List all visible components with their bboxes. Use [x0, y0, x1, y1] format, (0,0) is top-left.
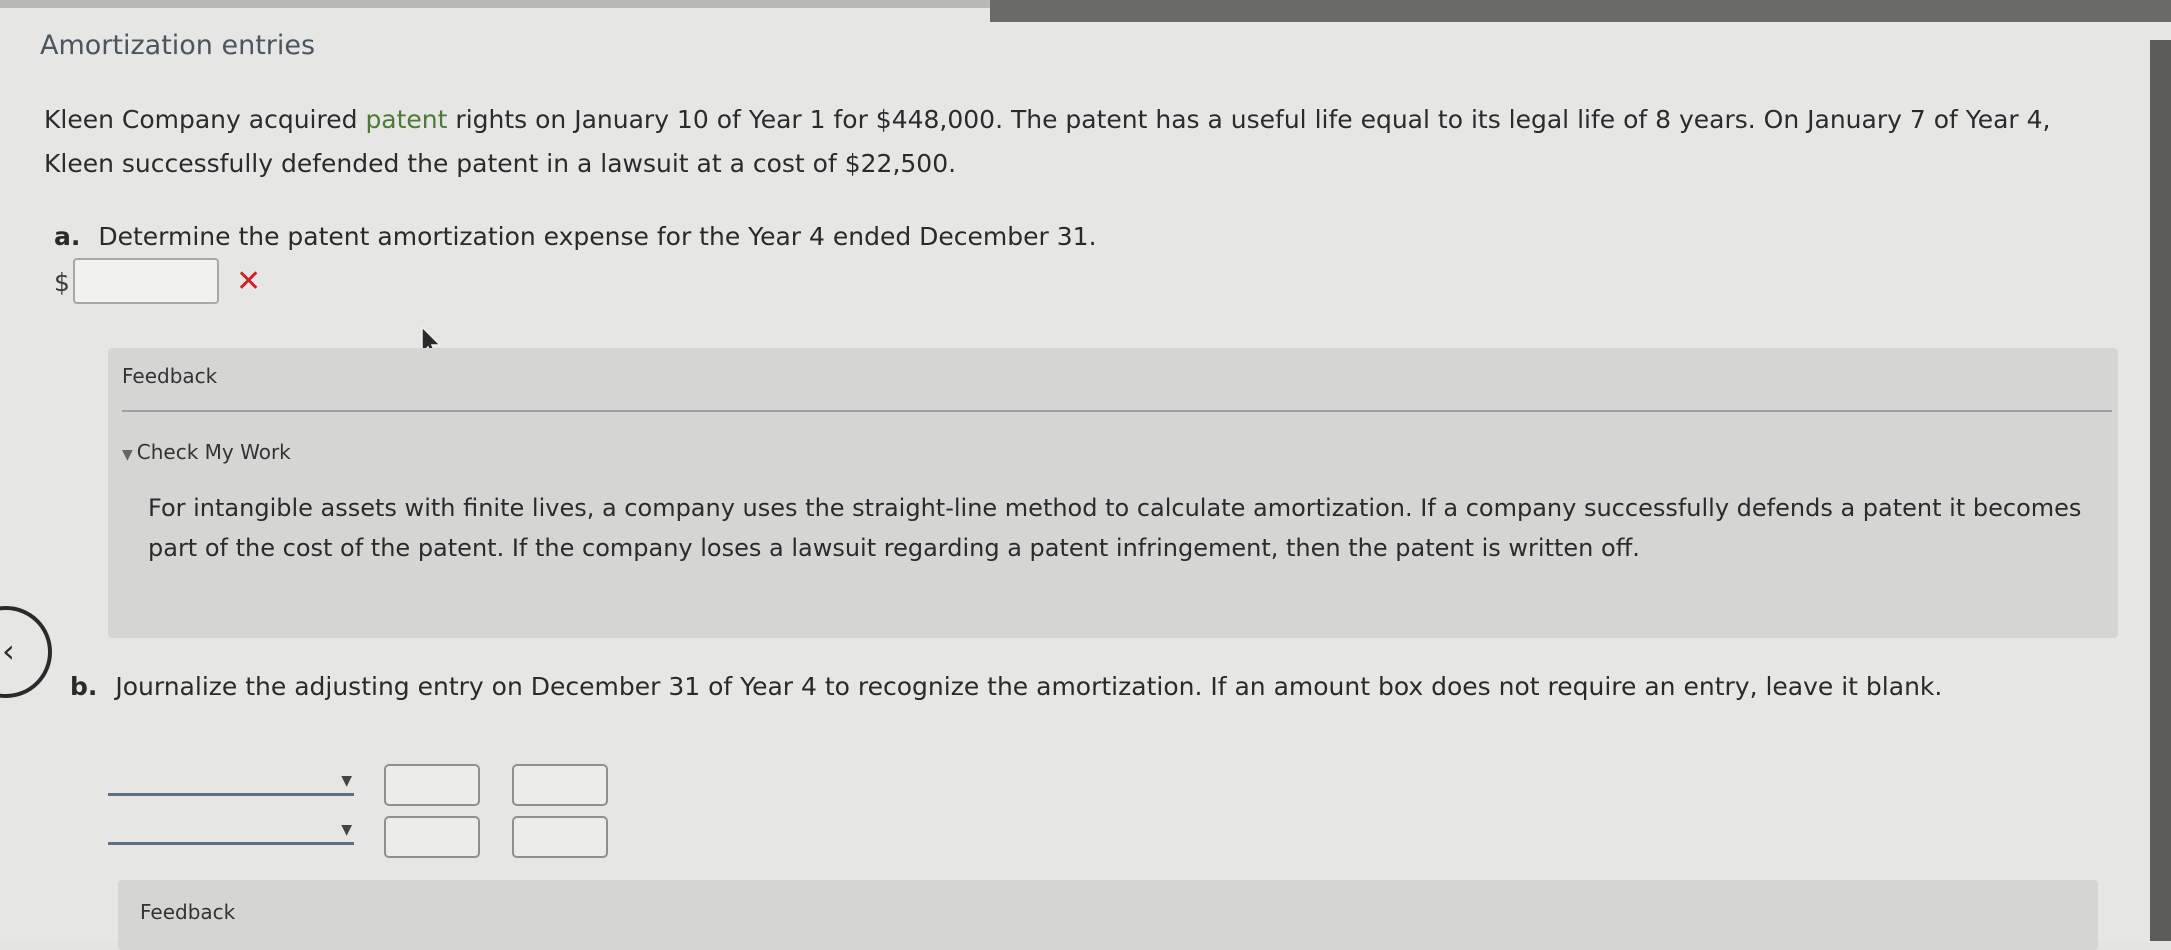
feedback-title: Feedback	[122, 364, 217, 388]
part-b-text: Journalize the adjusting entry on Decemb…	[115, 672, 1942, 701]
incorrect-icon: ✕	[236, 264, 261, 299]
glossary-link-patent[interactable]: patent	[365, 105, 447, 134]
check-my-work-label: Check My Work	[137, 440, 291, 464]
debit-input-2[interactable]	[384, 816, 480, 858]
feedback-divider	[122, 410, 2112, 412]
credit-input-1[interactable]	[512, 764, 608, 806]
chevron-left-icon: ‹	[2, 632, 15, 670]
top-bar	[990, 0, 2171, 22]
journal-account-select-1[interactable]: ▼	[108, 766, 354, 796]
credit-input-2[interactable]	[512, 816, 608, 858]
part-b-label: b.	[70, 672, 97, 701]
section-title: Amortization entries	[40, 30, 315, 61]
caret-down-icon: ▼	[341, 822, 352, 838]
feedback-explanation: For intangible assets with finite lives,…	[148, 488, 2108, 568]
problem-statement: Kleen Company acquired patent rights on …	[44, 98, 2124, 186]
part-a-text: Determine the patent amortization expens…	[98, 222, 1096, 251]
debit-input-1[interactable]	[384, 764, 480, 806]
amortization-expense-input[interactable]	[73, 258, 219, 304]
feedback-title: Feedback	[140, 900, 235, 924]
journal-account-select-2[interactable]: ▼	[108, 815, 354, 845]
top-edge	[0, 0, 990, 8]
page-background: Amortization entries Kleen Company acqui…	[0, 0, 2171, 941]
screen-edge	[2150, 40, 2171, 941]
feedback-panel-b: Feedback	[118, 880, 2098, 950]
part-a-label: a.	[54, 222, 80, 251]
collapse-triangle-icon: ▼	[122, 447, 133, 463]
problem-text-start: Kleen Company acquired	[44, 105, 365, 134]
caret-down-icon: ▼	[341, 773, 352, 789]
currency-symbol: $	[54, 268, 70, 297]
feedback-panel-a: Feedback ▼Check My Work For intangible a…	[108, 348, 2118, 638]
part-b-question: b. Journalize the adjusting entry on Dec…	[70, 672, 2130, 701]
check-my-work-toggle[interactable]: ▼Check My Work	[122, 440, 291, 464]
part-a-question: a. Determine the patent amortization exp…	[54, 222, 1097, 251]
